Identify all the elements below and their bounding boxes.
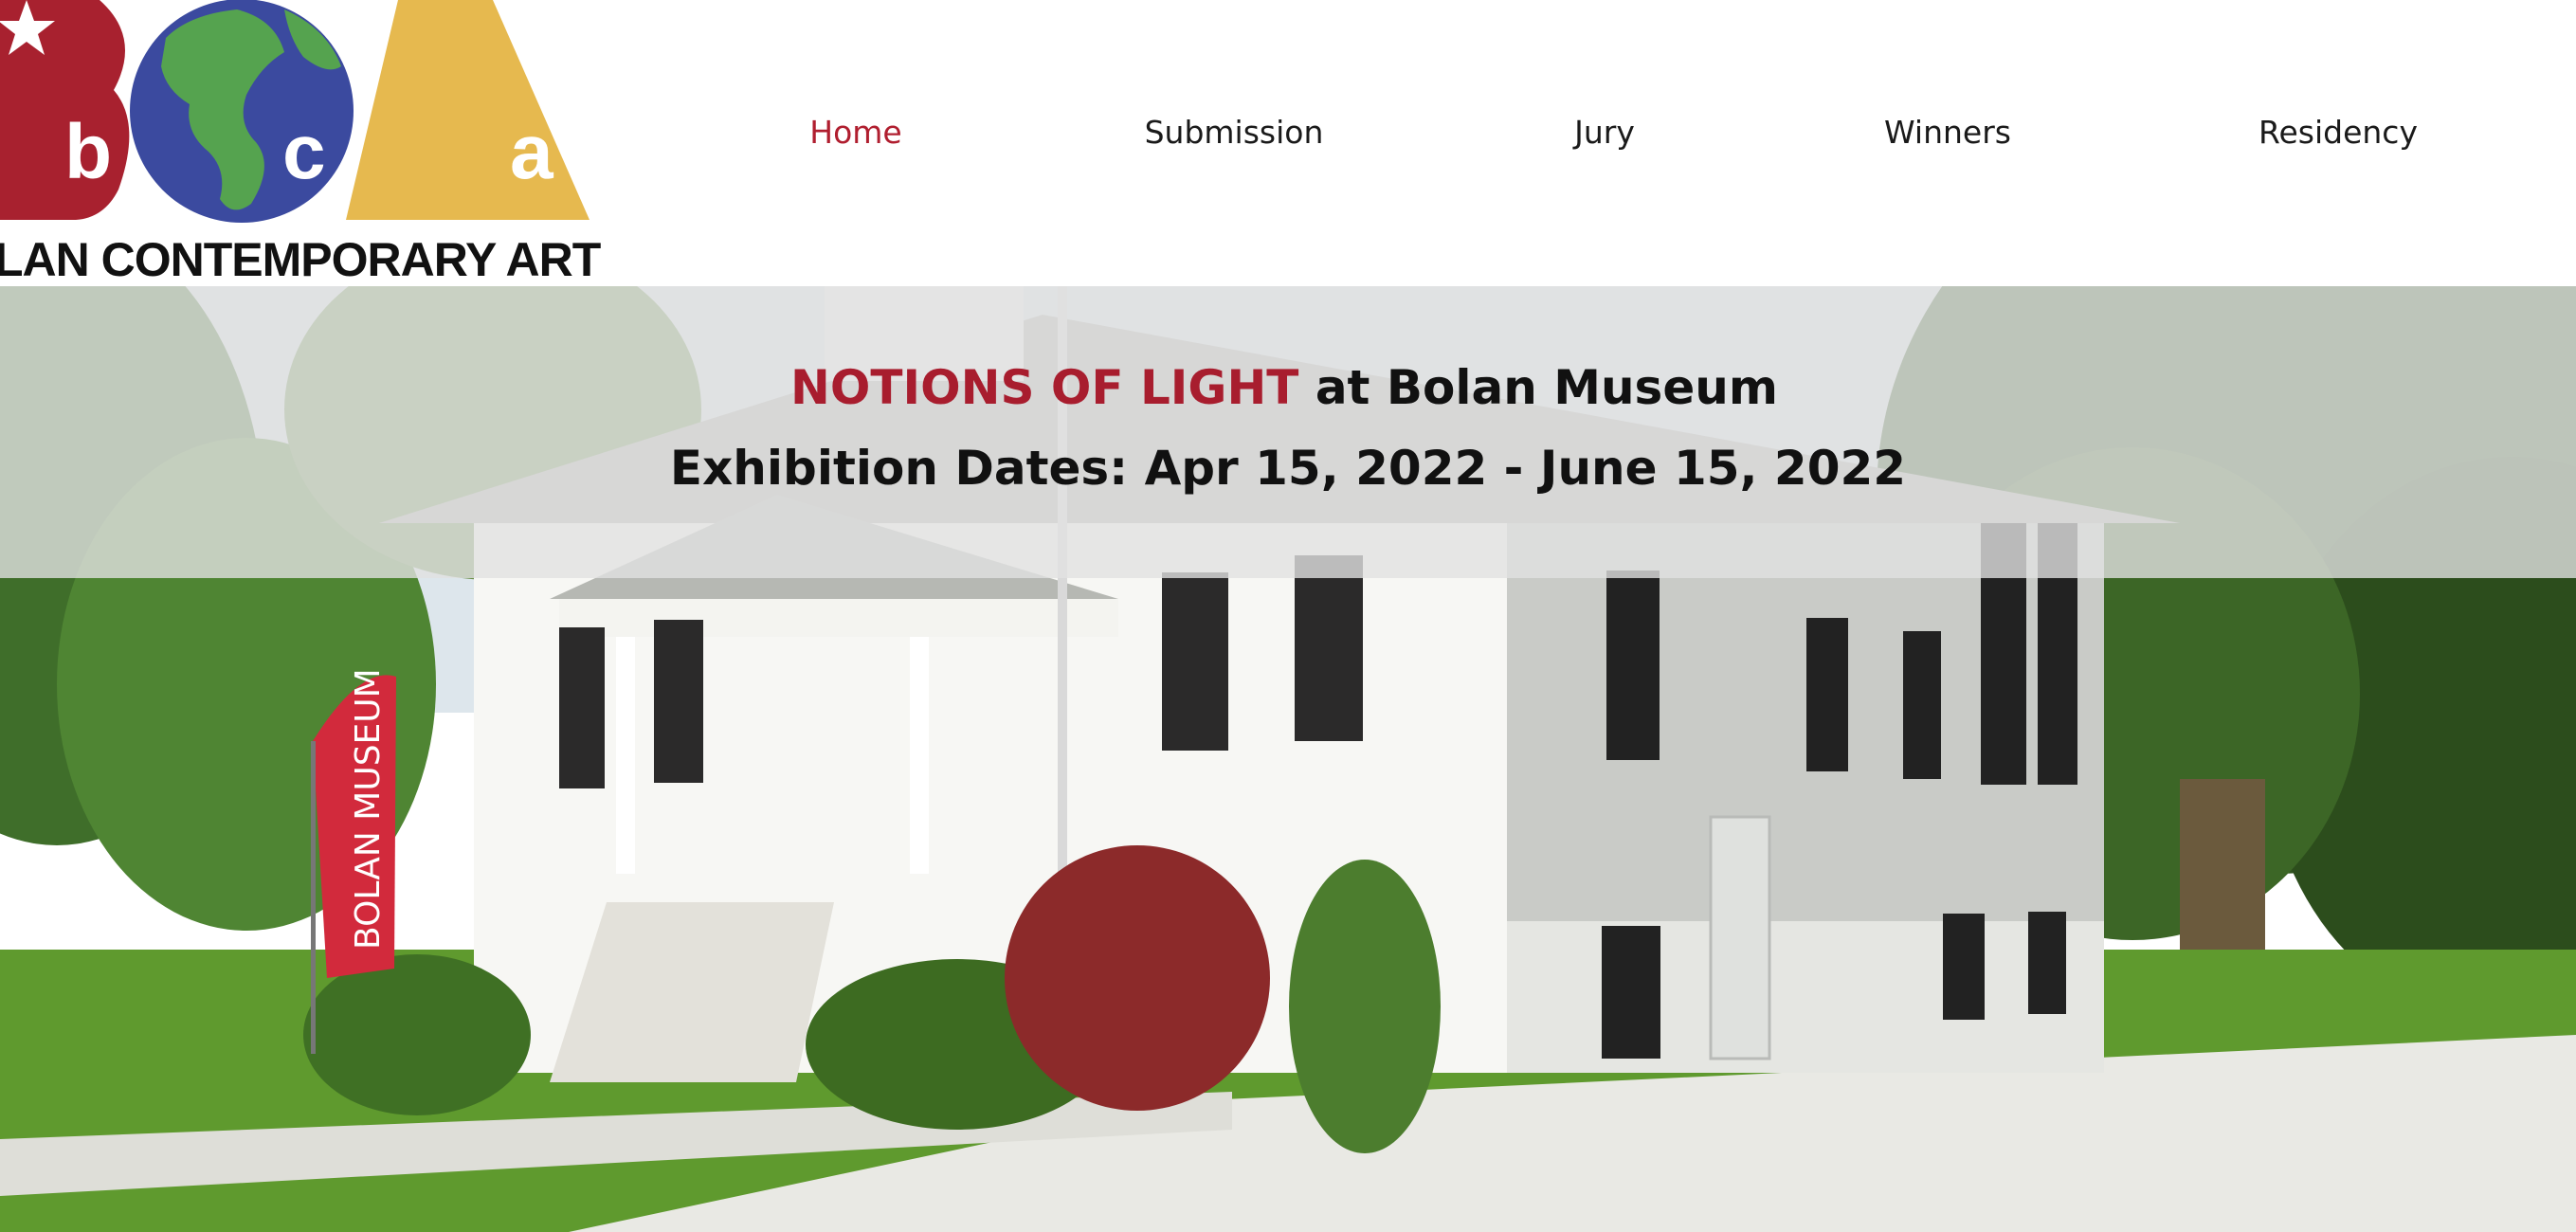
site-header: b c a LAN CONTEMPORARY ART Home Submissi…	[0, 0, 2576, 286]
nav-item-jury[interactable]: Jury	[1574, 114, 1635, 151]
exhibition-title-highlight: NOTIONS OF LIGHT	[790, 360, 1299, 415]
svg-text:BOLAN MUSEUM: BOLAN MUSEUM	[349, 668, 388, 950]
logo-text: LAN CONTEMPORARY ART	[0, 233, 601, 286]
exhibition-dates: Exhibition Dates: Apr 15, 2022 - June 15…	[669, 441, 1907, 496]
exhibition-title-rest: at Bolan Museum	[1298, 360, 1778, 415]
exhibition-banner: NOTIONS OF LIGHT at Bolan Museum Exhibit…	[0, 286, 2576, 578]
nav-item-home[interactable]: Home	[809, 114, 901, 151]
nav-item-submission[interactable]: Submission	[1145, 114, 1324, 151]
page: b c a LAN CONTEMPORARY ART Home Submissi…	[0, 0, 2576, 1232]
nav-item-residency[interactable]: Residency	[2259, 114, 2418, 151]
nav-item-winners[interactable]: Winners	[1884, 114, 2011, 151]
main-nav: Home Submission Jury Winners Residency	[0, 114, 2576, 171]
exhibition-title: NOTIONS OF LIGHT at Bolan Museum	[0, 360, 2572, 415]
